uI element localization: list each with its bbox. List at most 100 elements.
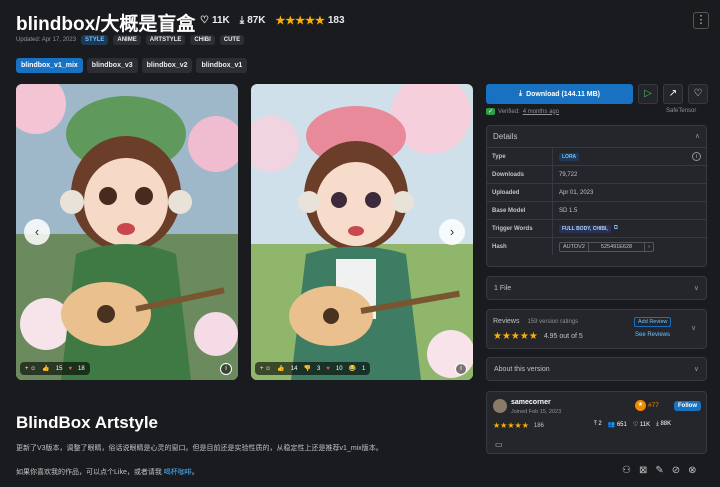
version-tab-v1-mix[interactable]: blindbox_v1_mix	[16, 58, 83, 73]
share-button[interactable]: ↗	[663, 84, 683, 104]
tag-cute[interactable]: CUTE	[219, 35, 245, 45]
meta-row: Updated: Apr 17, 2023 STYLE ANIME ARTSTY…	[16, 35, 245, 45]
verified-status: ✓ Verified: 4 months ago	[486, 108, 559, 115]
review-score: ★★★★★ 4.95 out of 5	[493, 331, 583, 342]
thumbs-up-count: 14	[290, 365, 298, 372]
add-reaction-button[interactable]: + ☺	[25, 366, 36, 372]
chevron-down-icon[interactable]: ∨	[691, 324, 696, 332]
image-info-icon[interactable]: i	[455, 363, 467, 375]
rank-icon: ★	[635, 400, 646, 411]
footer-icons: ⚇ ⊠ ✎ ⊘ ⊗	[622, 465, 697, 476]
heart-reaction-icon[interactable]: ♥	[68, 366, 72, 372]
heart-icon: ♡	[200, 15, 209, 26]
creator-name[interactable]: samecorner	[511, 399, 551, 406]
details-header[interactable]: Details ∧	[487, 126, 706, 147]
creator-downloads-stat: ⤓ 88K	[656, 421, 671, 428]
review-score-text: 4.95 out of 5	[543, 333, 583, 340]
likes-stat: ♡ 11K	[200, 15, 230, 26]
creator-joined: Joined Feb 15, 2023	[511, 409, 562, 415]
copy-icon[interactable]: ⧉	[614, 225, 618, 232]
image-off-icon[interactable]: ⊠	[639, 465, 647, 476]
user-icon[interactable]: ⚇	[622, 465, 631, 476]
hash-type: AUTOV2	[560, 242, 589, 251]
thumbs-down-icon[interactable]: 👎	[303, 365, 310, 372]
verified-label: Verified:	[498, 108, 520, 115]
reactions-bar: + ☺ 👍 15 ♥ 18	[20, 362, 90, 375]
see-reviews-link[interactable]: See Reviews	[635, 332, 670, 338]
detail-row-trigger: Trigger Words FULL BODY, CHIBI, ⧉	[487, 219, 706, 237]
tag-style[interactable]: STYLE	[81, 35, 109, 45]
no-commercial-icon[interactable]: ⊘	[672, 465, 680, 476]
chat-icon[interactable]: ▭	[495, 440, 503, 449]
reviews-count: 159 version ratings	[527, 319, 579, 325]
heart-reaction-icon[interactable]: ♥	[326, 366, 330, 372]
detail-value: Apr 01, 2023	[559, 189, 594, 196]
downloads-stat: ⤓ 87K	[240, 15, 266, 26]
no-sell-icon[interactable]: ⊗	[688, 465, 696, 476]
creator-stars: ★★★★★	[493, 421, 529, 430]
image-info-icon[interactable]: i	[220, 363, 232, 375]
about-version-section[interactable]: About this version ∨	[486, 357, 707, 381]
reactions-bar: + ☺ 👍 14 👎 3 ♥ 10 😂 1	[255, 362, 371, 375]
gallery-image-2[interactable]: › + ☺ 👍 14 👎 3 ♥ 10 😂 1 i	[251, 84, 473, 380]
detail-label: Hash	[487, 238, 553, 255]
add-review-button[interactable]: Add Review	[634, 317, 672, 327]
verified-time[interactable]: 4 months ago	[523, 109, 559, 115]
chevron-right-icon: ›	[648, 243, 650, 250]
version-tab-v1[interactable]: blindbox_v1	[196, 58, 248, 73]
tag-chibi[interactable]: CHIBI	[190, 35, 215, 45]
gallery-image-1[interactable]: ‹ + ☺ 👍 15 ♥ 18 i	[16, 84, 238, 380]
play-icon: ▷	[644, 88, 652, 99]
tag-artstyle[interactable]: ARTSTYLE	[145, 35, 186, 45]
more-menu-button[interactable]: ⋮	[693, 12, 709, 29]
follow-button[interactable]: Follow	[674, 401, 701, 411]
download-icon: ⤓	[656, 421, 659, 427]
add-reaction-button[interactable]: + ☺	[260, 366, 271, 372]
detail-value: SD 1.5	[559, 207, 578, 214]
page-title: blindbox/大概是盲盒	[16, 14, 196, 35]
thumbs-up-count: 15	[55, 365, 63, 372]
files-section[interactable]: 1 File ∨	[486, 276, 707, 300]
tag-anime[interactable]: ANIME	[113, 35, 141, 45]
rating-stat[interactable]: ★★★★★ 183	[276, 14, 345, 27]
version-tab-v3[interactable]: blindbox_v3	[86, 58, 138, 73]
hash-box[interactable]: AUTOV2 525491E628 ›	[559, 241, 654, 252]
download-icon: ⤓	[518, 90, 523, 97]
creator-likes-stat: ♡ 11K	[633, 421, 650, 428]
followers-count: 651	[616, 422, 627, 428]
favorite-button[interactable]: ♡	[688, 84, 708, 104]
creator-downloads-count: 88K	[660, 421, 672, 427]
creator-rating: ★★★★★ 186	[493, 421, 544, 430]
run-button[interactable]: ▷	[638, 84, 658, 104]
version-tab-v2[interactable]: blindbox_v2	[141, 58, 193, 73]
uploads-stat: ⤒ 2	[594, 421, 602, 428]
reviews-title: Reviews	[493, 318, 520, 325]
coffee-link[interactable]: 喝杯咖啡	[164, 469, 192, 476]
chevron-down-icon: ∨	[693, 366, 699, 373]
brush-icon[interactable]: ✎	[655, 465, 663, 476]
detail-label: Uploaded	[487, 184, 553, 201]
gallery-prev-button[interactable]: ‹	[24, 219, 50, 245]
heart-count: 18	[78, 365, 85, 372]
detail-row-downloads: Downloads 79,722	[487, 165, 706, 183]
chevron-down-icon: ∨	[693, 285, 699, 292]
laugh-icon[interactable]: 😂	[349, 365, 356, 372]
rating-count: 183	[327, 15, 345, 26]
content-paragraph-1: 更新了V3版本，调整了眼睛，俗话说眼睛是心灵的窗口。但是目前还是实验性质的，从稳…	[16, 445, 383, 452]
gallery-next-button[interactable]: ›	[439, 219, 465, 245]
download-button[interactable]: ⤓ Download (144.11 MB)	[486, 84, 633, 104]
heart-icon: ♡	[632, 422, 639, 428]
download-label: Download (144.11 MB)	[526, 90, 600, 98]
upload-icon: ⤒	[594, 421, 597, 427]
thumbs-up-icon[interactable]: 👍	[277, 365, 284, 372]
detail-row-uploaded: Uploaded Apr 01, 2023	[487, 183, 706, 201]
rating-stars: ★★★★★	[275, 15, 325, 27]
thumbs-up-icon[interactable]: 👍	[42, 365, 49, 372]
paragraph-end: 。	[191, 469, 199, 476]
chevron-up-icon: ∧	[694, 133, 700, 140]
info-icon[interactable]: i	[692, 152, 701, 161]
creator-card: samecorner Joined Feb 15, 2023 ★ #77 Foll…	[486, 391, 707, 454]
avatar[interactable]	[493, 399, 507, 413]
detail-label: Base Model	[487, 202, 553, 219]
followers-stat: 👥 651	[608, 421, 627, 428]
